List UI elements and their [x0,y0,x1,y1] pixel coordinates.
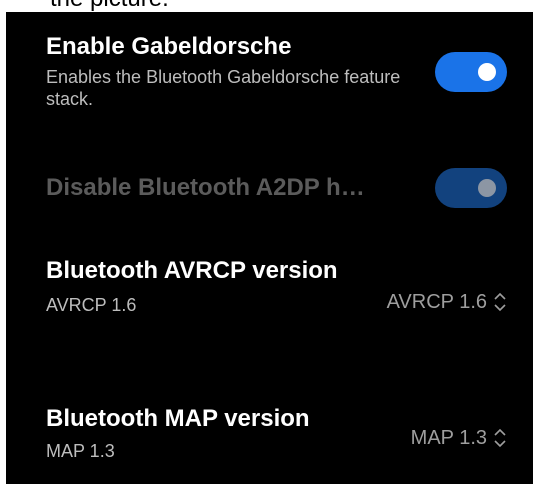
settings-page: the picture. Enable Gabeldorsche Enables… [0,0,539,484]
setting-title-map: Bluetooth MAP version [46,405,310,432]
a2dp-toggle[interactable] [435,168,507,208]
gabeldorsche-toggle[interactable] [435,52,507,92]
setting-subtitle-map: MAP 1.3 [46,441,115,461]
map-version-selector[interactable]: MAP 1.3 [411,426,507,450]
setting-subtitle-avrcp: AVRCP 1.6 [46,295,137,315]
setting-title-avrcp: Bluetooth AVRCP version [46,257,338,284]
setting-row-gabeldorsche[interactable]: Enable Gabeldorsche Enables the Bluetoot… [46,32,507,122]
setting-row-map[interactable]: Bluetooth MAP version MAP 1.3 MAP 1.3 [46,404,507,474]
setting-title-a2dp: Disable Bluetooth A2DP h… [46,174,365,201]
setting-title-gabeldorsche: Enable Gabeldorsche [46,33,292,60]
clipped-caption-strip: the picture. [0,0,539,12]
setting-text-avrcp: Bluetooth AVRCP version AVRCP 1.6 [46,256,346,316]
setting-row-a2dp[interactable]: Disable Bluetooth A2DP h… [46,168,507,208]
map-selected-value: MAP 1.3 [410,427,487,449]
unfold-more-icon [494,292,506,312]
setting-text-map: Bluetooth MAP version MAP 1.3 [46,404,366,462]
avrcp-selected-value: AVRCP 1.6 [386,291,487,313]
setting-text-gabeldorsche: Enable Gabeldorsche Enables the Bluetoot… [46,32,426,110]
avrcp-version-selector[interactable]: AVRCP 1.6 [387,290,507,314]
developer-options-list[interactable]: Enable Gabeldorsche Enables the Bluetoot… [6,12,533,484]
clipped-caption-text: the picture. [50,0,169,11]
toggle-knob-icon [478,179,496,197]
setting-subtitle-gabeldorsche: Enables the Bluetooth Gabeldorsche featu… [46,67,401,109]
setting-row-avrcp[interactable]: Bluetooth AVRCP version AVRCP 1.6 AVRCP … [46,256,507,356]
unfold-more-icon [494,428,506,448]
toggle-knob-icon [478,63,496,81]
